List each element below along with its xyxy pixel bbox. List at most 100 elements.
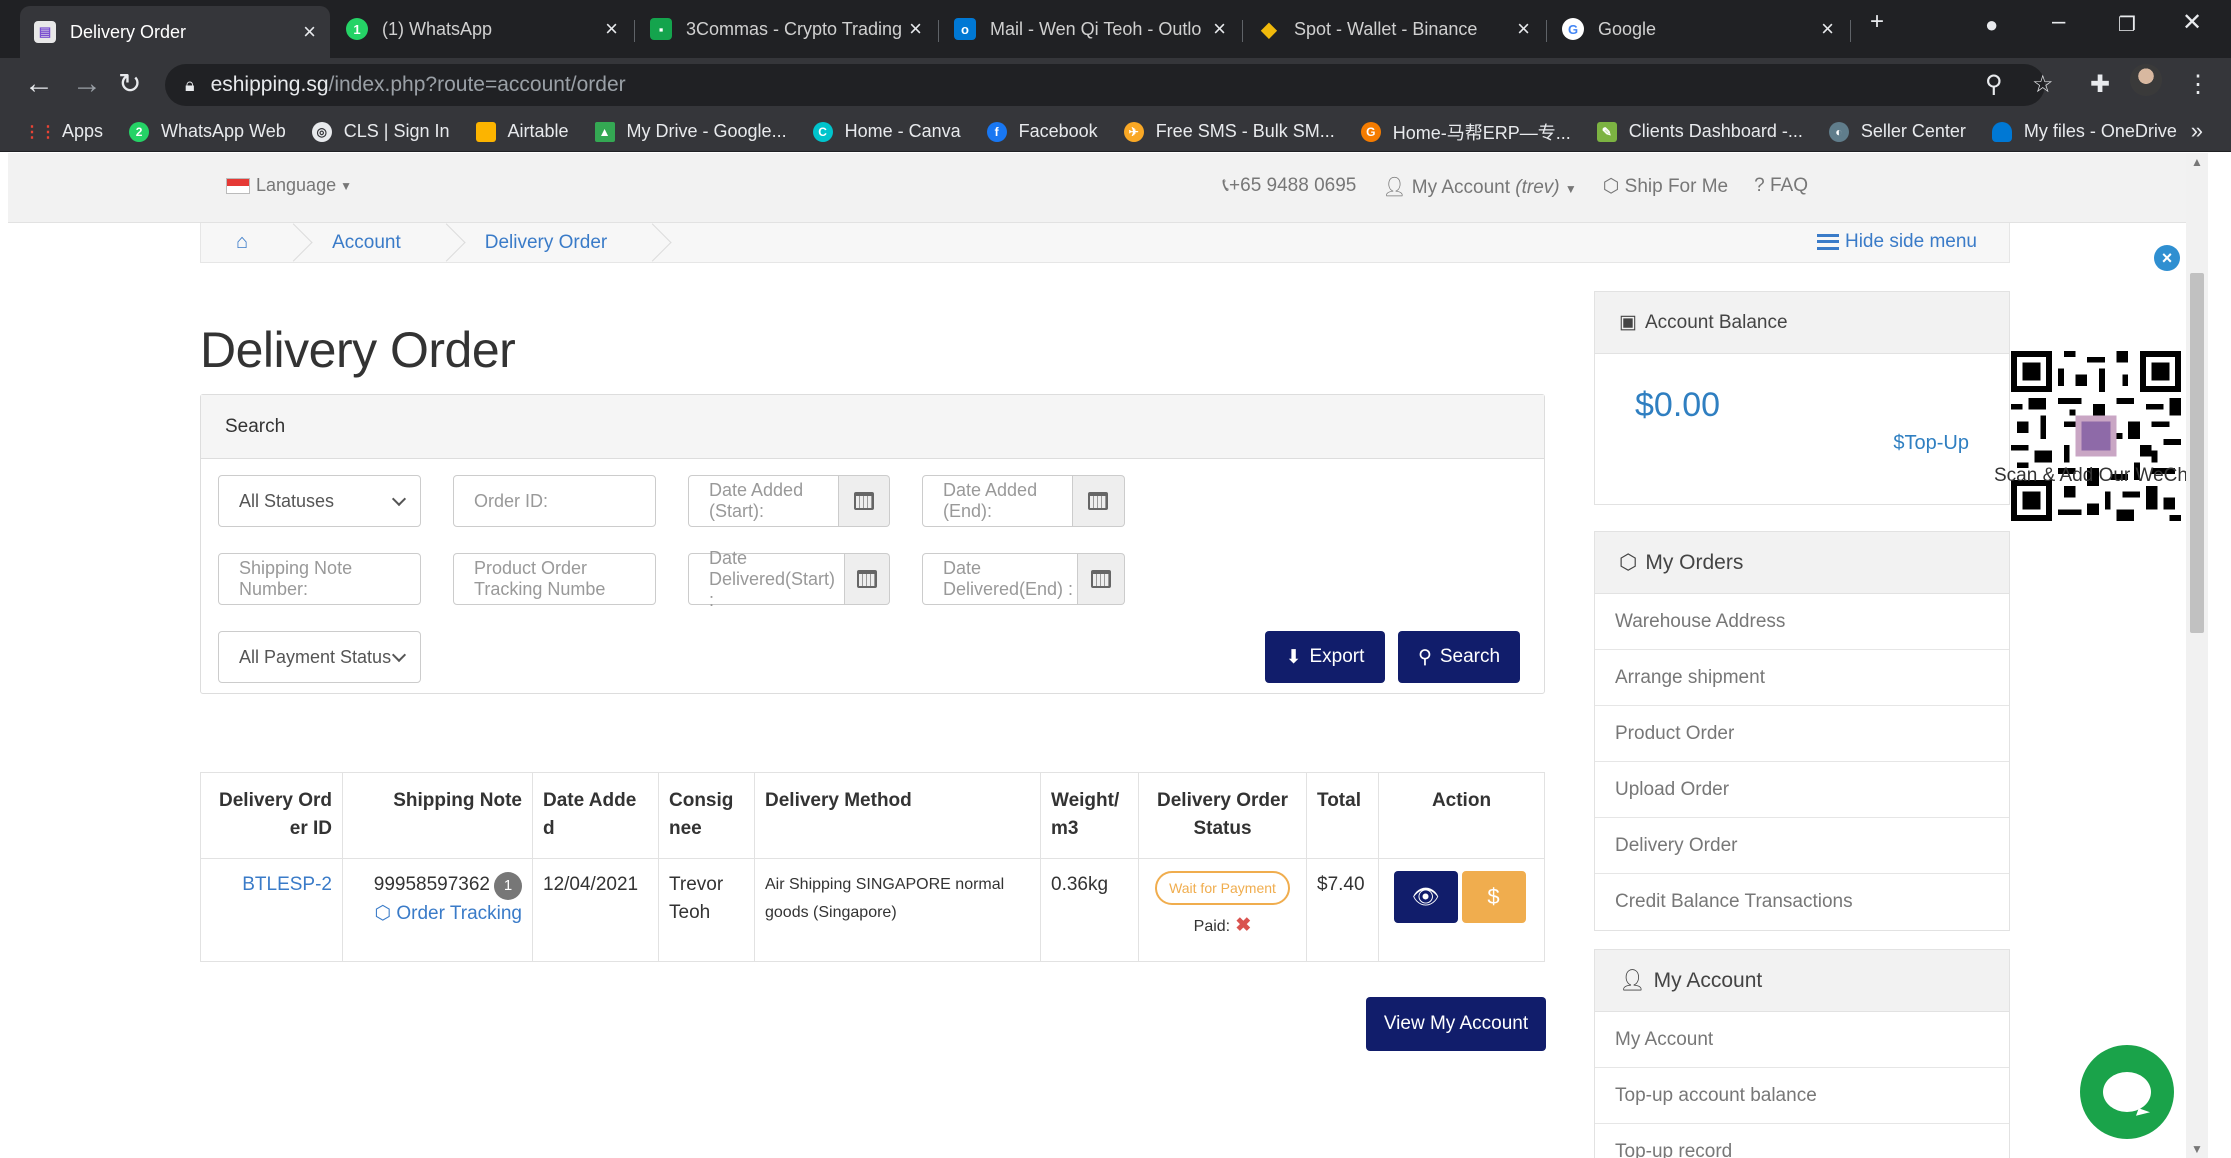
question-icon: ?	[1754, 175, 1765, 196]
bookmark-seller-center[interactable]: ◐ Seller Center	[1828, 121, 1966, 142]
sidebar-item-arrange-shipment[interactable]: Arrange shipment	[1595, 650, 2009, 706]
close-tab-icon[interactable]: ×	[303, 19, 316, 45]
profile-avatar[interactable]	[2130, 64, 2162, 96]
airtable-icon	[475, 121, 496, 142]
page-scrollbar[interactable]: ▲ ▼	[2186, 153, 2208, 1158]
date-delivered-start-input[interactable]: Date Delivered(Start) :	[688, 548, 845, 610]
reload-icon[interactable]: ↻	[118, 66, 141, 102]
back-icon[interactable]: ←	[24, 66, 54, 102]
date-added-end-input[interactable]: Date Added (End):	[922, 475, 1073, 527]
tab-delivery-order[interactable]: ▤ Delivery Order ×	[20, 6, 330, 58]
bookmarks-bar: ⋮⋮ Apps 2 WhatsApp Web ◎ CLS | Sign In Airt…	[0, 112, 2231, 152]
bookmark-erp[interactable]: G Home-马帮ERP—专...	[1360, 119, 1571, 145]
site-topbar: Language ▼ 📞︎+65 9488 0695 👤︎ My Account…	[8, 153, 2208, 223]
minimize-icon[interactable]: –	[2052, 8, 2065, 36]
payment-status-select[interactable]: All Payment Status	[218, 631, 421, 683]
bookmarks-overflow-icon[interactable]: »	[2191, 118, 2203, 144]
bookmark-airtable[interactable]: Airtable	[475, 121, 569, 142]
eshipping-favicon-icon: ▤	[34, 21, 56, 43]
sidebar-item-warehouse-address[interactable]: Warehouse Address	[1595, 594, 2009, 650]
browser-toolbar: ← → ↻ 🔒︎ eshipping.sg/index.php?route=ac…	[0, 58, 2231, 112]
search-button[interactable]: ⚲ Search	[1398, 631, 1520, 683]
wechat-caption: Scan & Add Our WeChat	[1994, 465, 2204, 486]
home-icon[interactable]: ⌂	[236, 231, 248, 254]
extensions-icon[interactable]: ✚	[2090, 70, 2110, 99]
tracking-number-input[interactable]: Product Order Tracking Numbe	[453, 553, 656, 605]
sidebar-item-delivery-order[interactable]: Delivery Order	[1595, 818, 2009, 874]
zoom-icon[interactable]: ⚲	[1985, 70, 2003, 99]
menu-icon[interactable]: ⋮	[2186, 70, 2210, 99]
tab-binance[interactable]: ◆ Spot - Wallet - Binance ×	[1244, 6, 1544, 52]
ship-for-me-link[interactable]: ⬡ Ship For Me	[1603, 175, 1728, 199]
scroll-up-icon[interactable]: ▲	[2191, 155, 2203, 169]
date-delivered-end-input[interactable]: Date Delivered(End) :	[922, 553, 1079, 605]
tab-search-icon[interactable]: ●	[1985, 12, 1998, 38]
tab-divider	[938, 20, 939, 42]
top-up-link[interactable]: $Top-Up	[1893, 432, 1969, 455]
close-qr-icon[interactable]: ×	[2154, 245, 2180, 271]
shipping-note-input[interactable]: Shipping Note Number:	[218, 553, 421, 605]
tab-3commas[interactable]: ▪ 3Commas - Crypto Trading ×	[636, 6, 936, 52]
live-chat-button[interactable]	[2080, 1045, 2174, 1139]
language-selector[interactable]: Language ▼	[226, 175, 352, 196]
order-id-link[interactable]: BTLESP-2	[242, 874, 332, 895]
caret-down-icon: ▼	[340, 178, 352, 193]
tab-google[interactable]: G Google ×	[1548, 6, 1848, 52]
phone-link[interactable]: 📞︎+65 9488 0695	[1222, 175, 1356, 199]
close-tab-icon[interactable]: ×	[909, 16, 922, 42]
status-badge: Wait for Payment	[1155, 871, 1290, 905]
breadcrumb-account[interactable]: Account	[332, 232, 401, 254]
close-tab-icon[interactable]: ×	[1821, 16, 1834, 42]
sidebar-item-upload-order[interactable]: Upload Order	[1595, 762, 2009, 818]
bookmark-clients-dashboard[interactable]: ✎ Clients Dashboard -...	[1596, 121, 1803, 142]
sidebar-item-credit-balance[interactable]: Credit Balance Transactions	[1595, 874, 2009, 930]
export-button[interactable]: ⬇ Export	[1265, 631, 1385, 683]
orders-table: Delivery Ord er ID Shipping Note Date Ad…	[200, 772, 1545, 962]
bookmark-facebook[interactable]: f Facebook	[986, 121, 1098, 142]
bookmark-cls[interactable]: ◎ CLS | Sign In	[311, 121, 450, 142]
order-tracking-link[interactable]: ⬡ Order Tracking	[374, 903, 522, 924]
bookmark-canva[interactable]: C Home - Canva	[812, 121, 961, 142]
bookmark-google-drive[interactable]: ▲ My Drive - Google...	[594, 121, 787, 142]
breadcrumb-delivery-order[interactable]: Delivery Order	[485, 232, 607, 254]
sidebar-item-top-up-record[interactable]: Top-up record	[1595, 1124, 2009, 1158]
view-order-button[interactable]: 👁︎	[1393, 871, 1458, 923]
sidebar-item-top-up-balance[interactable]: Top-up account balance	[1595, 1068, 2009, 1124]
restore-icon[interactable]: ❐	[2118, 12, 2136, 37]
my-account-dropdown[interactable]: 👤︎ My Account (trev) ▼	[1382, 175, 1576, 199]
sidebar-item-product-order[interactable]: Product Order	[1595, 706, 2009, 762]
calendar-button[interactable]	[1072, 475, 1125, 527]
pay-order-button[interactable]: $	[1461, 871, 1526, 923]
close-tab-icon[interactable]: ×	[1517, 16, 1530, 42]
breadcrumb: ⌂ Account Delivery Order Hide side menu	[200, 223, 2010, 263]
scrollbar-thumb[interactable]	[2190, 273, 2204, 633]
bookmark-apps[interactable]: ⋮⋮ Apps	[24, 121, 103, 142]
close-tab-icon[interactable]: ×	[1213, 16, 1226, 42]
hide-side-menu-button[interactable]: Hide side menu	[1816, 231, 1977, 253]
bookmark-free-sms[interactable]: ✈ Free SMS - Bulk SM...	[1123, 121, 1335, 142]
bookmark-whatsapp[interactable]: 2 WhatsApp Web	[129, 121, 286, 142]
date-delivered-end-field: Date Delivered(End) :	[922, 553, 1125, 605]
calendar-button[interactable]	[1078, 553, 1125, 605]
my-account-heading: 👤︎ My Account	[1595, 950, 2009, 1012]
view-my-account-button[interactable]: View My Account	[1366, 997, 1546, 1051]
calendar-button[interactable]	[844, 553, 890, 605]
forward-icon[interactable]: →	[72, 66, 102, 102]
date-added-start-input[interactable]: Date Added (Start):	[688, 475, 840, 527]
sidebar-item-my-account[interactable]: My Account	[1595, 1012, 2009, 1068]
bookmark-onedrive[interactable]: My files - OneDrive	[1991, 121, 2177, 142]
tab-whatsapp[interactable]: 1 (1) WhatsApp ×	[332, 6, 632, 52]
scroll-down-icon[interactable]: ▼	[2191, 1142, 2203, 1156]
money-icon: ▣	[1619, 312, 1637, 333]
status-select[interactable]: All Statuses	[218, 475, 421, 527]
user-icon: 👤︎	[1382, 177, 1407, 198]
calendar-button[interactable]	[839, 475, 890, 527]
address-bar[interactable]: 🔒︎ eshipping.sg/index.php?route=account/…	[165, 64, 2045, 106]
order-id-input[interactable]: Order ID:	[453, 475, 656, 527]
new-tab-icon[interactable]: +	[1870, 8, 1884, 36]
faq-link[interactable]: ? FAQ	[1754, 175, 1808, 199]
bookmark-star-icon[interactable]: ☆	[2032, 70, 2054, 99]
close-tab-icon[interactable]: ×	[605, 16, 618, 42]
tab-outlook[interactable]: o Mail - Wen Qi Teoh - Outlo ×	[940, 6, 1240, 52]
close-window-icon[interactable]: ✕	[2182, 8, 2202, 37]
